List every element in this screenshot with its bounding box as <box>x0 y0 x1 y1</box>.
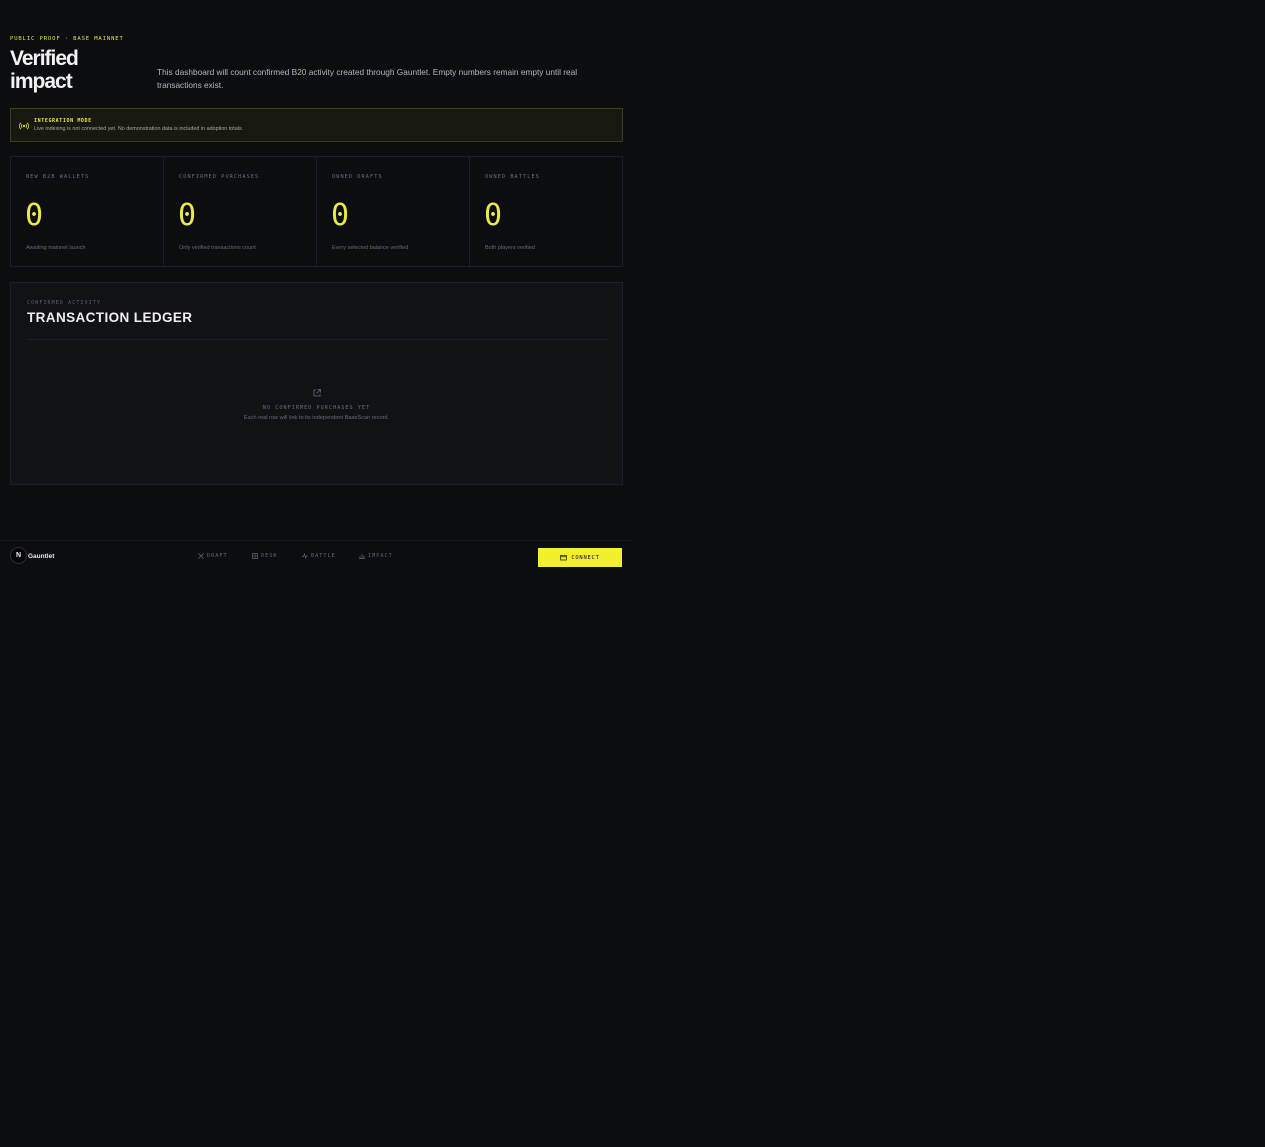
stat-note: Both players verified <box>485 245 535 251</box>
bar-chart-icon <box>359 554 365 559</box>
stat-label: OWNED BATTLES <box>485 174 540 180</box>
pulse-icon <box>302 553 308 559</box>
nav-item-draft[interactable]: DRAFT <box>198 553 228 559</box>
stat-value: 0 <box>331 198 350 233</box>
stat-value: 0 <box>484 198 503 233</box>
ledger-eyebrow: CONFIRMED ACTIVITY <box>27 300 101 306</box>
stat-note: Only verified transactions count <box>179 245 256 251</box>
brand-name[interactable]: Gauntlet <box>28 553 54 560</box>
bottom-nav-bar: N Gauntlet DRAFT DESK BATTLE IMPACT CONN… <box>0 540 632 572</box>
hero-eyebrow: PUBLIC PROOF · BASE MAINNET <box>10 36 124 42</box>
nav-label: DESK <box>261 553 278 559</box>
stats-grid: NEW B2B WALLETS 0 Awaiting mainnet launc… <box>10 156 623 267</box>
stat-value: 0 <box>25 198 44 233</box>
connect-button[interactable]: CONNECT <box>538 548 622 567</box>
nav-item-desk[interactable]: DESK <box>252 553 278 559</box>
notice-label: INTEGRATION MODE <box>34 118 92 124</box>
stat-label: NEW B2B WALLETS <box>26 174 90 180</box>
notice-text: Live indexing is not connected yet. No d… <box>34 126 244 132</box>
nav-label: IMPACT <box>368 553 393 559</box>
stat-card-owned-drafts: OWNED DRAFTS 0 Every selected balance ve… <box>317 157 470 266</box>
stat-value: 0 <box>178 198 197 233</box>
ledger-title: TRANSACTION LEDGER <box>27 310 193 325</box>
stat-label: OWNED DRAFTS <box>332 174 383 180</box>
nav-label: BATTLE <box>311 553 336 559</box>
stat-note: Awaiting mainnet launch <box>26 245 86 251</box>
grid-icon <box>252 553 258 559</box>
empty-state-text: Each real row will link to its independe… <box>243 415 390 421</box>
stat-card-new-wallets: NEW B2B WALLETS 0 Awaiting mainnet launc… <box>11 157 164 266</box>
brand-logo[interactable]: N <box>10 547 27 564</box>
empty-state-title: NO CONFIRMED PURCHASES YET <box>262 405 371 411</box>
intro-text: This dashboard will count confirmed B20 … <box>157 67 578 90</box>
stat-card-owned-battles: OWNED BATTLES 0 Both players verified <box>470 157 622 266</box>
stat-note: Every selected balance verified <box>332 245 409 251</box>
stat-card-confirmed-purchases: CONFIRMED PURCHASES 0 Only verified tran… <box>164 157 317 266</box>
stat-label: CONFIRMED PURCHASES <box>179 174 260 180</box>
transaction-ledger: CONFIRMED ACTIVITY TRANSACTION LEDGER NO… <box>10 282 623 485</box>
wallet-icon <box>560 555 568 561</box>
nav-item-battle[interactable]: BATTLE <box>302 553 336 559</box>
ledger-divider <box>27 339 607 340</box>
cross-swords-icon <box>198 553 204 559</box>
nav-item-impact[interactable]: IMPACT <box>359 553 393 559</box>
page-title: Verified impact <box>10 47 79 93</box>
nav-label: DRAFT <box>207 553 228 559</box>
integration-notice: INTEGRATION MODE Live indexing is not co… <box>10 108 623 142</box>
radio-signal-icon <box>19 118 29 130</box>
external-link-icon <box>312 385 322 397</box>
connect-label: CONNECT <box>571 554 600 561</box>
